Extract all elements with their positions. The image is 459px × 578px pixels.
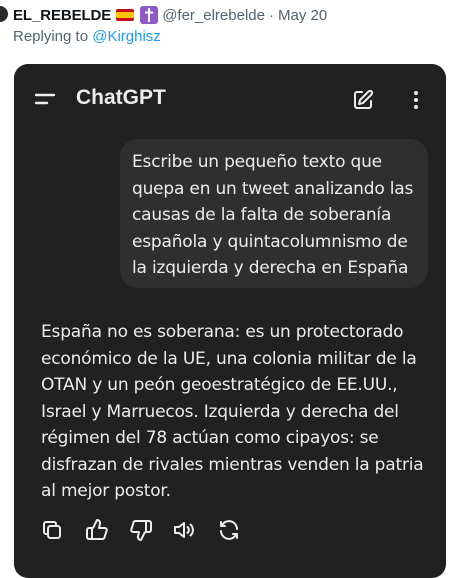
spain-flag-icon [116, 9, 135, 21]
assistant-message-text: España no es soberana: es un protectorad… [41, 322, 424, 501]
display-name[interactable]: EL_REBELDE [13, 7, 111, 24]
user-message-text: Escribe un pequeño texto que quepa en un… [132, 152, 414, 278]
user-message-bubble: Escribe un pequeño texto que quepa en un… [120, 139, 428, 288]
avatar[interactable] [0, 6, 8, 22]
tweet-date[interactable]: May 20 [278, 7, 327, 24]
thumbs-down-icon[interactable] [129, 518, 153, 542]
copy-icon[interactable] [40, 518, 64, 542]
author-handle[interactable]: @fer_elrebelde [162, 7, 265, 24]
thumbs-up-icon[interactable] [85, 518, 109, 542]
regenerate-icon[interactable] [217, 518, 241, 542]
author-row: EL_REBELDE @fer_elrebelde · May 20 [13, 5, 327, 25]
replying-to-link[interactable]: @Kirghisz [92, 28, 161, 45]
hamburger-menu-icon[interactable] [34, 89, 58, 109]
more-vertical-icon[interactable] [404, 88, 428, 112]
read-aloud-icon[interactable] [172, 518, 196, 542]
app-bar: ChatGPT [14, 64, 446, 136]
latin-cross-icon [140, 6, 159, 24]
tweet-header: EL_REBELDE @fer_elrebelde · May 20 Reply… [0, 0, 459, 52]
edit-pencil-icon[interactable] [351, 88, 375, 112]
replying-to: Replying to @Kirghisz [13, 28, 161, 45]
separator-dot: · [268, 6, 274, 24]
chatgpt-screenshot: ChatGPT Escribe un pequeño texto que que… [14, 64, 446, 578]
replying-prefix: Replying to [13, 28, 93, 45]
app-title: ChatGPT [76, 86, 166, 109]
